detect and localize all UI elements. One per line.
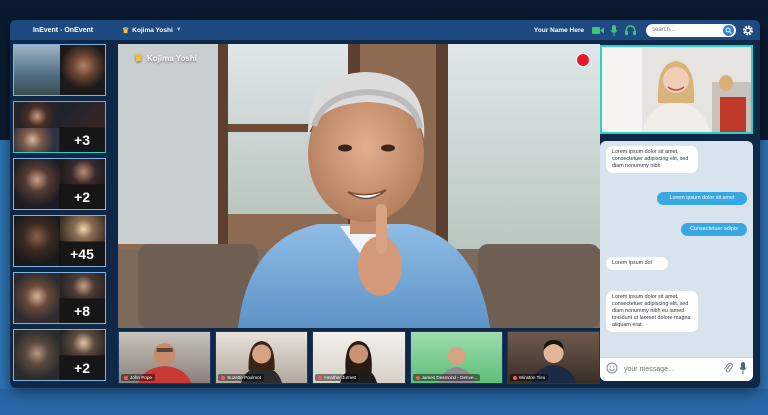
participant-name-tag: John Pope [121, 374, 155, 381]
app-title: InEvent - OnEvent [32, 26, 94, 34]
self-view-video[interactable] [600, 45, 753, 134]
participant-name: James Desmond - Denve... [421, 375, 478, 380]
video-conference-window: InEvent - OnEvent ♛ Kojima Yoshi ▼ Your … [10, 20, 760, 388]
more-count-badge: +3 [59, 127, 105, 152]
mic-muted-icon [124, 375, 128, 380]
chat-composer [600, 357, 753, 381]
participant-cell [14, 159, 60, 209]
crown-icon: ♛ [122, 25, 130, 35]
chat-message-outgoing: Consectetuer adipis [681, 223, 747, 236]
mic-muted-icon [221, 375, 226, 380]
participant-name: John Pope [130, 375, 152, 380]
group-tile[interactable]: +2 [13, 329, 106, 381]
chat-message-outgoing: Lorem ipsum dolor sit amet [657, 192, 747, 205]
self-view-scene [602, 47, 751, 132]
chat-message-incoming: Lorem ipsum dolor sit amet, consectetuer… [606, 146, 698, 173]
mic-muted-icon [512, 375, 517, 380]
more-count-badge: +8 [59, 298, 105, 323]
search-icon [725, 27, 732, 34]
chat-message-input[interactable] [624, 366, 717, 373]
emoji-icon[interactable] [606, 361, 618, 379]
participant-cell [14, 330, 60, 380]
participant-cell [14, 45, 60, 95]
participant-cell [60, 273, 105, 299]
background-bottom [0, 389, 768, 415]
group-tile[interactable]: +8 [13, 272, 106, 324]
participant-strip: John Pope Suzette Poulmot Heather Jurnet… [118, 331, 601, 384]
participant-cell [60, 330, 105, 356]
participant-cell [60, 45, 105, 95]
group-tile[interactable]: +45 [13, 215, 106, 267]
chat-message-incoming: Lorem ipsum dol [606, 257, 668, 270]
speaker-scene [118, 44, 600, 328]
group-tile[interactable] [13, 44, 106, 96]
attachment-icon[interactable] [723, 361, 733, 379]
group-sidebar: +3 +2 +45 +8 +2 [13, 44, 108, 386]
gear-icon[interactable] [742, 24, 754, 36]
chat-message-incoming: Lorem ipsum dolor sit amet, consectetuer… [606, 291, 698, 332]
top-bar: InEvent - OnEvent ♛ Kojima Yoshi ▼ Your … [10, 20, 760, 40]
participant-cell [14, 216, 60, 266]
record-indicator[interactable] [576, 53, 590, 67]
main-speaker-video[interactable]: ♛ Kojima Yoshi [118, 44, 600, 328]
headphones-icon[interactable] [624, 24, 636, 36]
crown-icon: ♛ [134, 53, 143, 64]
participant-thumbnail[interactable]: Winston Tieu [506, 331, 601, 384]
participant-cell [14, 102, 60, 128]
participant-thumbnail[interactable]: Heather Jurnett [312, 331, 406, 384]
participant-name: Winston Tieu [518, 375, 546, 380]
search-box [646, 23, 736, 37]
participant-cell [60, 102, 105, 128]
group-tile[interactable]: +3 [13, 101, 106, 153]
participant-name-tag: Winston Tieu [509, 374, 549, 381]
mic-muted-icon [415, 375, 420, 380]
room-name: Kojima Yoshi [132, 26, 173, 34]
participant-name: Suzette Poulmot [227, 375, 261, 380]
participant-thumbnail[interactable]: James Desmond - Denve... [409, 331, 503, 384]
participant-thumbnail[interactable]: Suzette Poulmot [215, 331, 309, 384]
participant-name-tag: James Desmond - Denve... [412, 374, 481, 381]
mic-muted-icon [318, 375, 323, 380]
microphone-icon[interactable] [739, 361, 747, 379]
participant-name-tag: Suzette Poulmot [218, 374, 264, 381]
participant-cell [60, 216, 105, 242]
search-input[interactable] [652, 27, 723, 33]
room-selector[interactable]: ♛ Kojima Yoshi ▼ [122, 26, 182, 35]
more-count-badge: +2 [59, 184, 105, 209]
chevron-down-icon: ▼ [175, 27, 182, 33]
participant-thumbnail[interactable]: John Pope [118, 331, 212, 384]
group-tile[interactable]: +2 [13, 158, 106, 210]
user-name: Your Name Here [533, 26, 584, 34]
speaker-label: ♛ Kojima Yoshi [134, 53, 197, 64]
microphone-icon[interactable] [608, 24, 620, 36]
camera-icon[interactable] [592, 24, 604, 36]
chat-messages: Lorem ipsum dolor sit amet, consectetuer… [600, 141, 753, 357]
more-count-badge: +2 [59, 355, 105, 380]
search-button[interactable] [723, 24, 734, 36]
speaker-name: Kojima Yoshi [146, 54, 197, 63]
participant-name-tag: Heather Jurnett [315, 374, 360, 381]
participant-cell [14, 273, 60, 323]
participant-cell [14, 128, 60, 152]
chat-panel: Lorem ipsum dolor sit amet, consectetuer… [600, 141, 753, 381]
more-count-badge: +45 [59, 241, 105, 266]
participant-name: Heather Jurnett [324, 375, 357, 380]
participant-cell [60, 159, 105, 185]
